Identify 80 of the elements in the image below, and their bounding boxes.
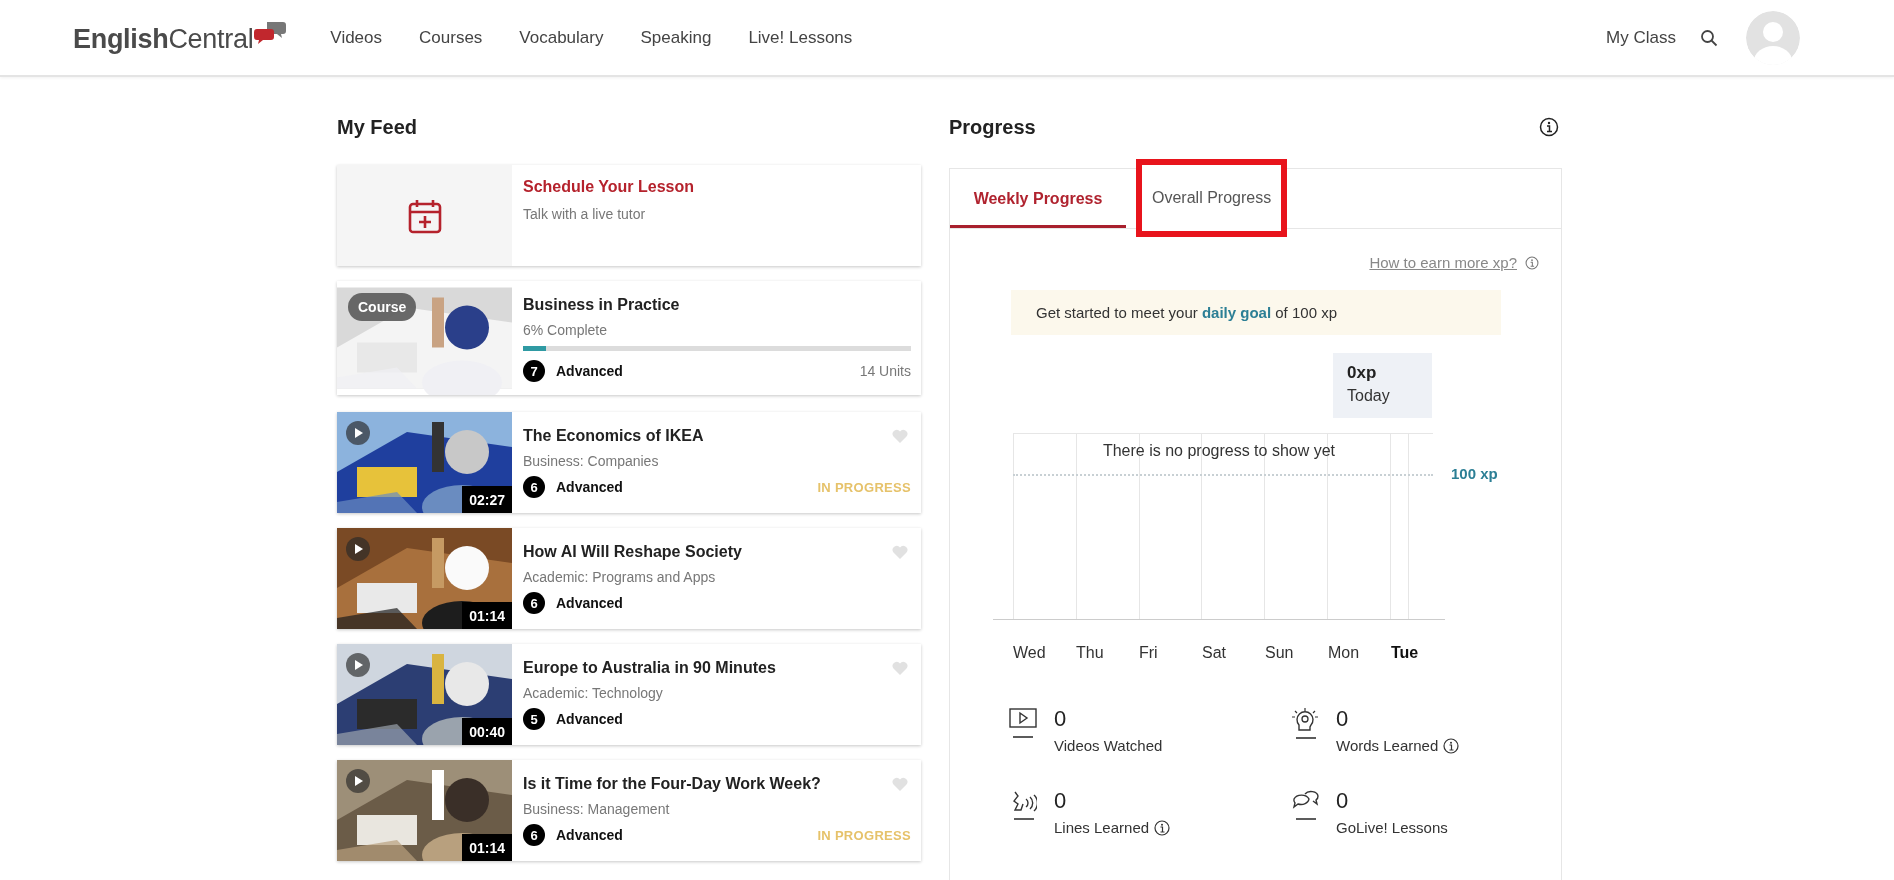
card-title: The Economics of IKEA bbox=[523, 426, 704, 446]
stat-value: 0 bbox=[1336, 706, 1350, 732]
chat-bubbles-icon bbox=[1291, 790, 1319, 821]
section-heading: Progress bbox=[949, 115, 1036, 139]
status-label: IN PROGRESS bbox=[817, 479, 911, 495]
nav-link[interactable]: Vocabulary bbox=[519, 27, 604, 48]
card-title: Is it Time for the Four-Day Work Week? bbox=[523, 774, 821, 794]
card-subtitle: Talk with a live tutor bbox=[523, 206, 647, 222]
stat-value: 0 bbox=[1054, 706, 1068, 732]
goal-message: Get started to meet your daily goal of 100 xp bbox=[1011, 290, 1501, 335]
level-label: Advanced bbox=[556, 479, 623, 495]
stat-label: Lines Learned bbox=[1054, 819, 1150, 836]
section-heading: My Feed bbox=[337, 115, 419, 139]
video-duration: 02:27 bbox=[462, 486, 512, 513]
card-title: Business in Practice bbox=[523, 295, 681, 315]
level-label: Advanced bbox=[556, 827, 623, 843]
card-title: Schedule Your Lesson bbox=[523, 177, 695, 197]
card-title: How AI Will Reshape Society bbox=[523, 542, 742, 562]
feed-card[interactable]: 01:14 How AI Will Reshape Society Academic: Programs and Apps 6 Advanced bbox=[337, 528, 921, 629]
day-label: Wed bbox=[1013, 644, 1047, 662]
logo[interactable]: EnglishCentral bbox=[73, 24, 254, 55]
stat-label: Videos Watched bbox=[1054, 737, 1163, 754]
feed-card[interactable]: 02:27 The Economics of IKEA Business: Companies 6 Advanced IN PROGRESS bbox=[337, 412, 921, 513]
day-tooltip: 0xp Today bbox=[1333, 353, 1432, 418]
level-label: Advanced bbox=[556, 595, 623, 611]
tab[interactable]: Weekly Progress bbox=[950, 169, 1126, 228]
nav-link[interactable]: Courses bbox=[419, 27, 483, 48]
course-badge: Course bbox=[348, 293, 417, 321]
card-subtitle: 6% Complete bbox=[523, 322, 609, 338]
card-subtitle: Academic: Technology bbox=[523, 685, 664, 701]
speech-bubbles-icon bbox=[254, 20, 287, 46]
goal-line-label: 100 xp bbox=[1451, 465, 1498, 482]
video-duration: 00:40 bbox=[462, 718, 512, 745]
head-bulb-icon bbox=[1291, 708, 1319, 739]
day-label: Fri bbox=[1139, 644, 1159, 662]
play-icon[interactable] bbox=[346, 769, 370, 793]
day-label: Mon bbox=[1328, 644, 1361, 662]
play-icon[interactable] bbox=[346, 653, 370, 677]
stat-value: 0 bbox=[1054, 788, 1068, 814]
video-duration: 01:14 bbox=[462, 834, 512, 861]
info-icon[interactable] bbox=[1154, 819, 1171, 836]
day-label: Sat bbox=[1202, 644, 1227, 662]
card-subtitle: Academic: Programs and Apps bbox=[523, 569, 717, 585]
my-class-link[interactable]: My Class bbox=[1606, 27, 1676, 48]
level-badge: 6 bbox=[523, 476, 545, 498]
nav-link[interactable]: Live! Lessons bbox=[748, 27, 853, 48]
play-icon[interactable] bbox=[346, 537, 370, 561]
earn-xp-link[interactable]: How to earn more xp? bbox=[1369, 254, 1517, 271]
nav-link[interactable]: Speaking bbox=[640, 27, 712, 48]
search-icon[interactable] bbox=[1700, 28, 1718, 47]
feed-card[interactable]: 01:14 Is it Time for the Four-Day Work Week? Business: Management 6 Advanced IN PROGRESS bbox=[337, 760, 921, 861]
calendar-add-icon bbox=[407, 197, 442, 234]
info-icon[interactable] bbox=[1443, 737, 1460, 754]
feed-card[interactable]: 00:40 Europe to Australia in 90 Minutes Academic: Technology 5 Advanced bbox=[337, 644, 921, 745]
card-title: Europe to Australia in 90 Minutes bbox=[523, 658, 776, 678]
play-icon[interactable] bbox=[346, 421, 370, 445]
level-badge: 6 bbox=[523, 592, 545, 614]
tab[interactable]: Overall Progress bbox=[1136, 159, 1288, 237]
info-icon[interactable] bbox=[1539, 117, 1559, 137]
level-badge: 6 bbox=[523, 824, 545, 846]
empty-message: There is no progress to show yet bbox=[1101, 442, 1337, 460]
level-label: Advanced bbox=[556, 711, 623, 727]
stat-label: Words Learned bbox=[1336, 737, 1439, 754]
card-subtitle: Business: Companies bbox=[523, 453, 660, 469]
nav-link[interactable]: Videos bbox=[330, 27, 383, 48]
level-label: Advanced bbox=[556, 363, 623, 379]
feed-card[interactable]: Course Business in Practice 6% Complete 7 Advanced 14 Units bbox=[337, 281, 921, 395]
level-badge: 7 bbox=[523, 360, 545, 382]
video-icon bbox=[1009, 708, 1037, 739]
status-label: IN PROGRESS bbox=[817, 827, 911, 843]
card-subtitle: Business: Management bbox=[523, 801, 671, 817]
stat-value: 0 bbox=[1336, 788, 1350, 814]
day-label: Sun bbox=[1265, 644, 1295, 662]
units-count: 14 Units bbox=[859, 363, 911, 379]
day-label: Thu bbox=[1076, 644, 1105, 662]
day-label: Tue bbox=[1391, 644, 1420, 662]
stat-label: GoLive! Lessons bbox=[1336, 819, 1448, 836]
video-duration: 01:14 bbox=[462, 602, 512, 629]
feed-card[interactable]: Schedule Your Lesson Talk with a live tutor bbox=[337, 165, 921, 266]
level-badge: 5 bbox=[523, 708, 545, 730]
